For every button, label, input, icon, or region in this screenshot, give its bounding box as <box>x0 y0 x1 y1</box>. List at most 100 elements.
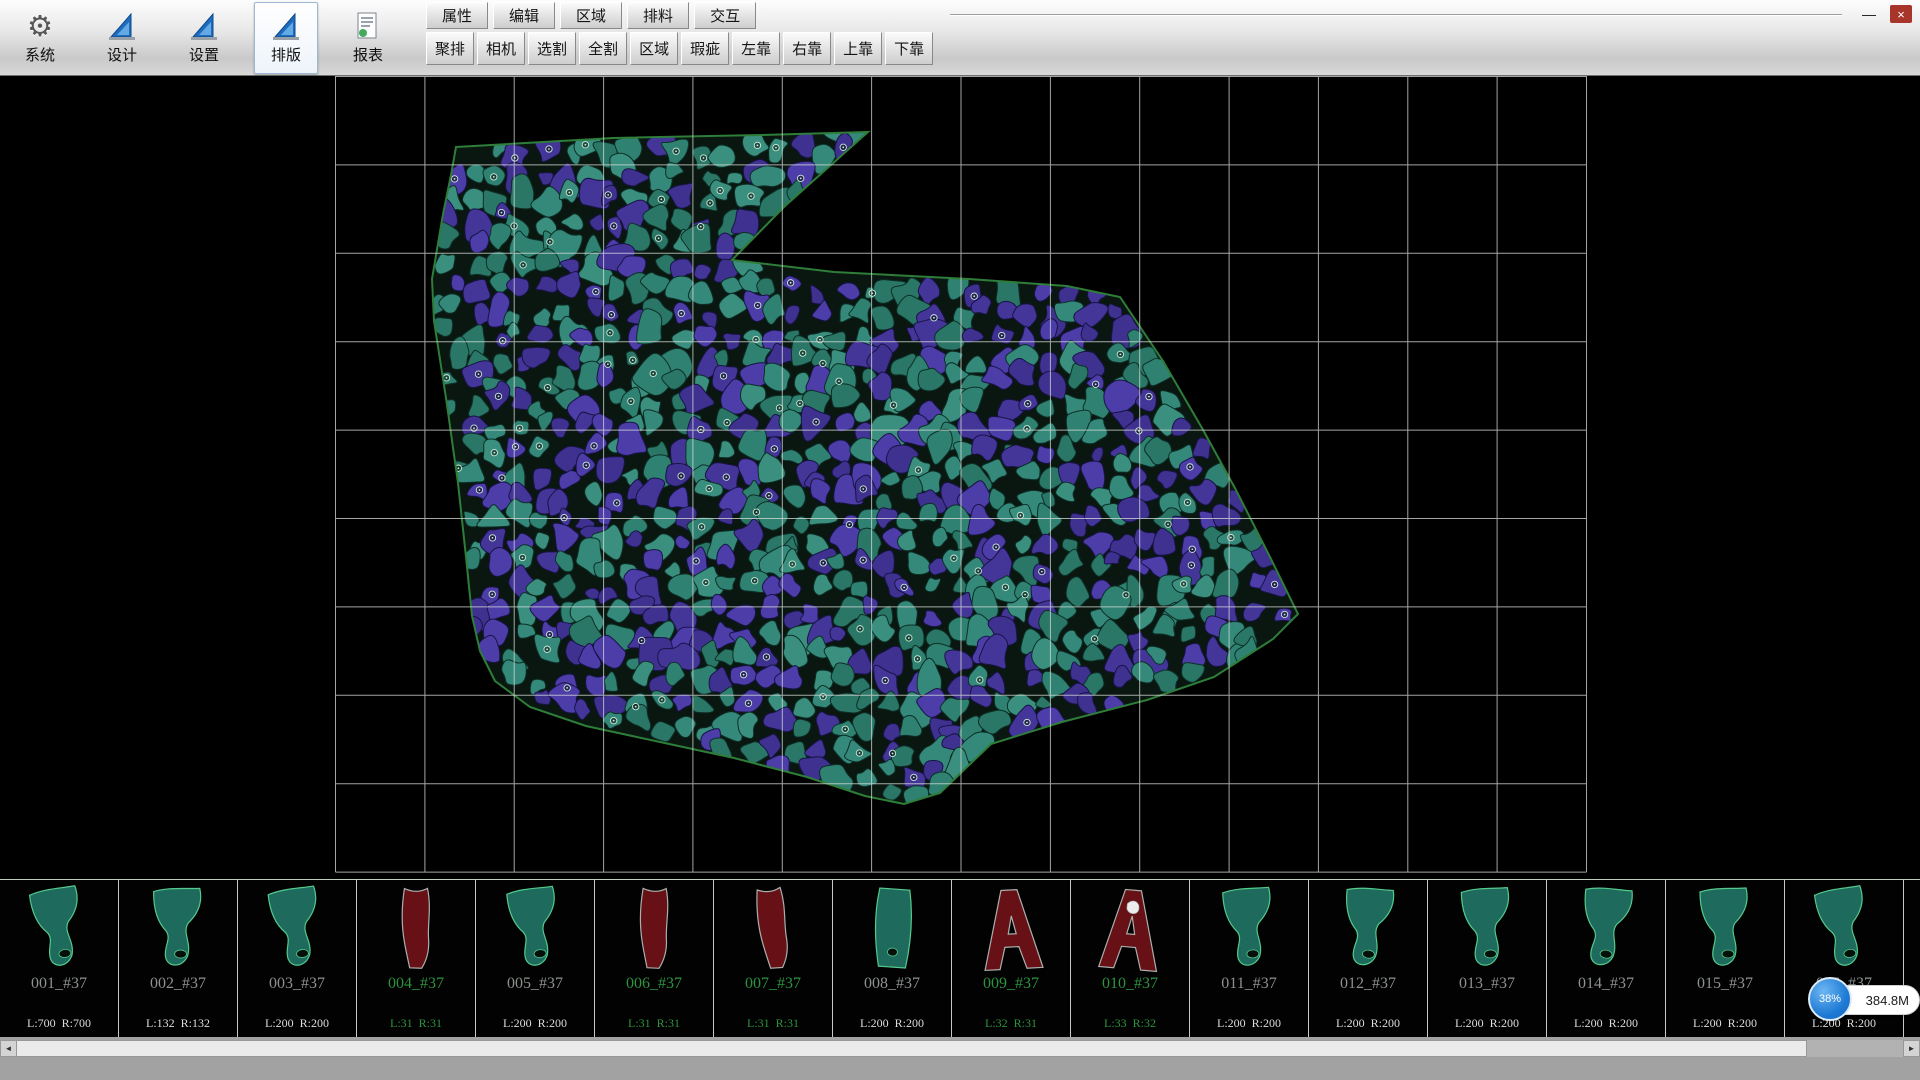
nav-label: 报表 <box>353 44 383 65</box>
part-counts: L:200 R:200 <box>1693 1016 1757 1031</box>
part-name: 006_#37 <box>626 975 682 993</box>
part-thumbnail <box>123 882 233 978</box>
nav-report[interactable]: 报表 <box>336 2 400 74</box>
scroll-right-arrow-icon[interactable]: ► <box>1903 1040 1920 1057</box>
tool-region[interactable]: 区域 <box>630 32 678 65</box>
part-counts: L:31 R:31 <box>747 1016 799 1031</box>
part-counts: L:200 R:200 <box>1217 1016 1281 1031</box>
toolbar-groove <box>950 14 1842 16</box>
menu-block: 属性编辑区域排料交互 聚排相机选割全割区域瑕疵左靠右靠上靠下靠 <box>426 2 933 65</box>
part-item-015_#37[interactable]: 015_#37 L:200 R:200 <box>1666 880 1785 1037</box>
memory-percent: 38% <box>1819 993 1841 1005</box>
part-item-006_#37[interactable]: 006_#37 L:31 R:31 <box>595 880 714 1037</box>
part-thumbnail <box>599 882 709 978</box>
memory-gauge[interactable]: 384.8M 38% <box>1808 977 1920 1023</box>
tool-align-top[interactable]: 上靠 <box>834 32 882 65</box>
menu-tab-interactive[interactable]: 交互 <box>694 2 756 29</box>
part-counts: L:200 R:200 <box>265 1016 329 1031</box>
window-controls: — × <box>1858 5 1912 23</box>
part-name: 011_#37 <box>1221 975 1276 993</box>
part-item-010_#37[interactable]: 010_#37 L:33 R:32 <box>1071 880 1190 1037</box>
main-nav: ⚙系统设计设置排版报表 <box>8 2 400 74</box>
top-toolbar: ⚙系统设计设置排版报表 属性编辑区域排料交互 聚排相机选割全割区域瑕疵左靠右靠上… <box>0 0 1920 76</box>
part-counts: L:200 R:200 <box>860 1016 924 1031</box>
part-item-007_#37[interactable]: 007_#37 L:31 R:31 <box>714 880 833 1037</box>
sail-icon <box>106 11 138 43</box>
nesting-canvas[interactable] <box>0 76 1920 879</box>
menu-tab-properties[interactable]: 属性 <box>426 2 488 29</box>
memory-percent-badge: 38% <box>1808 977 1852 1021</box>
part-counts: L:700 R:700 <box>27 1016 91 1031</box>
nav-design[interactable]: 设计 <box>90 2 154 74</box>
part-item-002_#37[interactable]: 002_#37 L:132 R:132 <box>119 880 238 1037</box>
part-thumbnail <box>242 882 352 978</box>
part-counts: L:33 R:32 <box>1104 1016 1156 1031</box>
tool-cut-all[interactable]: 全割 <box>579 32 627 65</box>
part-thumbnail <box>1551 882 1661 978</box>
scroll-track[interactable] <box>1807 1040 1903 1057</box>
nav-label: 系统 <box>25 44 55 65</box>
sail-icon <box>188 11 220 43</box>
part-item-013_#37[interactable]: 013_#37L:200 R:200 <box>1428 880 1547 1037</box>
gear-icon: ⚙ <box>27 11 53 43</box>
part-counts: L:200 R:200 <box>1336 1016 1400 1031</box>
tool-cluster-nest[interactable]: 聚排 <box>426 32 474 65</box>
part-item-008_#37[interactable]: 008_#37L:200 R:200 <box>833 880 952 1037</box>
part-item-012_#37[interactable]: 012_#37L:200 R:200 <box>1309 880 1428 1037</box>
part-thumbnail <box>1075 882 1185 978</box>
horizontal-scrollbar[interactable]: ◄ ► <box>0 1040 1920 1057</box>
scroll-left-arrow-icon[interactable]: ◄ <box>0 1040 17 1057</box>
nav-label: 设计 <box>107 44 137 65</box>
nav-layout[interactable]: 排版 <box>254 2 318 74</box>
tool-camera[interactable]: 相机 <box>477 32 525 65</box>
nav-label: 设置 <box>189 44 219 65</box>
part-name: 010_#37 <box>1102 975 1158 993</box>
part-name: 015_#37 <box>1697 975 1753 993</box>
part-thumbnail <box>1194 882 1304 978</box>
minimize-button[interactable]: — <box>1858 5 1880 23</box>
tool-align-bottom[interactable]: 下靠 <box>885 32 933 65</box>
part-item-011_#37[interactable]: 011_#37 L:200 R:200 <box>1190 880 1309 1037</box>
app-window: ⚙系统设计设置排版报表 属性编辑区域排料交互 聚排相机选割全割区域瑕疵左靠右靠上… <box>0 0 1920 1080</box>
part-name: 014_#37 <box>1578 975 1634 993</box>
nav-settings[interactable]: 设置 <box>172 2 236 74</box>
part-item-005_#37[interactable]: 005_#37 L:200 R:200 <box>476 880 595 1037</box>
nav-label: 排版 <box>271 44 301 65</box>
report-icon <box>352 11 384 43</box>
scroll-thumb[interactable] <box>17 1040 1807 1057</box>
parts-strip: 001_#37 L:700 R:700 002_#37 L:132 R:132 003_… <box>0 879 1920 1037</box>
part-thumbnail <box>4 882 114 978</box>
tool-align-right[interactable]: 右靠 <box>783 32 831 65</box>
part-item-014_#37[interactable]: 014_#37L:200 R:200 <box>1547 880 1666 1037</box>
part-thumbnail <box>480 882 590 978</box>
part-item-003_#37[interactable]: 003_#37 L:200 R:200 <box>238 880 357 1037</box>
menu-tab-region[interactable]: 区域 <box>560 2 622 29</box>
part-item-001_#37[interactable]: 001_#37 L:700 R:700 <box>0 880 119 1037</box>
part-item-009_#37[interactable]: 009_#37L:32 R:31 <box>952 880 1071 1037</box>
canvas-area[interactable] <box>0 76 1920 879</box>
part-name: 001_#37 <box>31 975 87 993</box>
part-thumbnail <box>361 882 471 978</box>
part-name: 002_#37 <box>150 975 206 993</box>
part-name: 007_#37 <box>745 975 801 993</box>
tool-select-cut[interactable]: 选割 <box>528 32 576 65</box>
part-item-004_#37[interactable]: 004_#37L:31 R:31 <box>357 880 476 1037</box>
close-button[interactable]: × <box>1890 5 1912 23</box>
part-thumbnail <box>956 882 1066 978</box>
tool-defect[interactable]: 瑕疵 <box>681 32 729 65</box>
tool-align-left[interactable]: 左靠 <box>732 32 780 65</box>
part-name: 003_#37 <box>269 975 325 993</box>
part-name: 009_#37 <box>983 975 1039 993</box>
part-counts: L:31 R:31 <box>628 1016 680 1031</box>
part-counts: L:200 R:200 <box>503 1016 567 1031</box>
part-thumbnail <box>837 882 947 978</box>
menu-tab-edit[interactable]: 编辑 <box>493 2 555 29</box>
menu-tab-nesting[interactable]: 排料 <box>627 2 689 29</box>
part-counts: L:132 R:132 <box>146 1016 210 1031</box>
sail-icon <box>270 11 302 43</box>
part-counts: L:200 R:200 <box>1455 1016 1519 1031</box>
nav-system[interactable]: ⚙系统 <box>8 2 72 74</box>
part-thumbnail <box>1789 882 1899 978</box>
part-thumbnail <box>1313 882 1423 978</box>
part-name: 005_#37 <box>507 975 563 993</box>
